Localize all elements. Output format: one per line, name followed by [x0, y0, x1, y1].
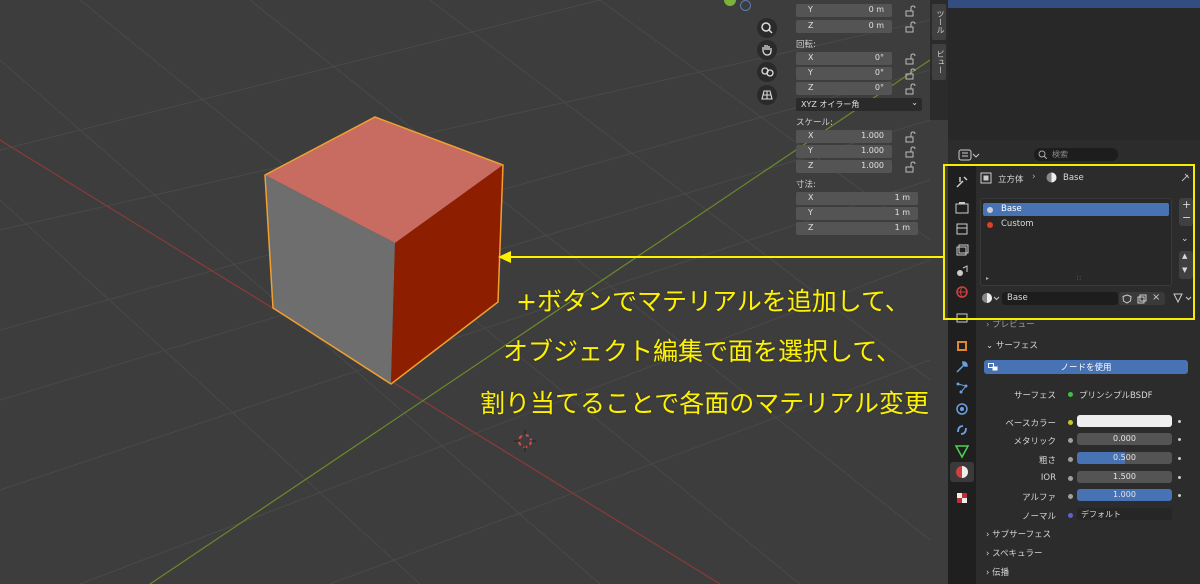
specular-section[interactable]: › スペキュラー	[986, 547, 1043, 559]
sidebar-tabs: ツール ビュー	[930, 0, 948, 120]
alpha-label: アルファ	[1022, 493, 1056, 503]
roughness-slider[interactable]: 0.500	[1077, 452, 1172, 464]
rotation-z-field[interactable]: Z 0°	[796, 82, 892, 95]
lock-open-icon[interactable]	[904, 21, 916, 33]
value-socket-icon	[1068, 476, 1073, 481]
search-input[interactable]: 検索	[1034, 148, 1118, 161]
scale-title: スケール:	[796, 118, 833, 128]
normal-label: ノーマル	[1021, 512, 1056, 522]
surface-shader-value[interactable]: プリンシプルBSDF	[1079, 389, 1153, 401]
location-y-field[interactable]: Y0 m	[796, 4, 892, 17]
shader-socket-icon	[1068, 392, 1073, 397]
object-icon[interactable]	[954, 338, 970, 354]
chevron-down-icon: ⌄	[986, 341, 996, 351]
use-nodes-button[interactable]: ノードを使用	[984, 360, 1188, 374]
annotation-line-1: +ボタンでマテリアルを追加して、	[516, 287, 910, 316]
mesh-data-icon[interactable]	[954, 443, 970, 459]
dimensions-title: 寸法:	[796, 180, 816, 190]
camera-view-icon[interactable]	[757, 62, 777, 82]
subsurface-section[interactable]: › サブサーフェス	[986, 528, 1051, 540]
material-icon[interactable]	[954, 464, 970, 480]
alpha-slider[interactable]: 1.000	[1077, 489, 1172, 501]
particles-icon[interactable]	[954, 380, 970, 396]
highlight-box	[943, 164, 1195, 320]
scale-z-field[interactable]: Z 1.000	[796, 160, 892, 173]
dimension-y-field[interactable]: Y1 m	[796, 207, 918, 220]
lock-open-icon[interactable]	[904, 161, 916, 173]
rotation-mode-dropdown[interactable]: XYZ オイラー角 ⌄	[796, 98, 922, 111]
texture-icon[interactable]	[954, 490, 970, 506]
location-z-field[interactable]: Z0 m	[796, 20, 892, 33]
roughness-label: 粗さ	[1038, 456, 1056, 466]
cube-object[interactable]	[258, 110, 508, 390]
surface-label: サーフェス	[1014, 391, 1056, 401]
ior-field[interactable]: 1.500	[1077, 471, 1172, 483]
gizmo-z-neg-icon[interactable]	[740, 0, 751, 11]
lock-open-icon[interactable]	[904, 53, 916, 65]
keyframe-dot-icon[interactable]	[1178, 420, 1181, 423]
rotation-x-field[interactable]: X 0°	[796, 52, 892, 65]
surface-section-header[interactable]: ⌄ サーフェス	[986, 339, 1038, 351]
tab-tool[interactable]: ツール	[932, 4, 946, 40]
lock-open-icon[interactable]	[904, 146, 916, 158]
physics-icon[interactable]	[954, 401, 970, 417]
annotation-line-3: 割り当てることで各面のマテリアル変更	[480, 389, 930, 418]
rotation-title: 回転:	[796, 40, 816, 50]
perspective-grid-icon[interactable]	[757, 85, 777, 105]
value-socket-icon	[1068, 494, 1073, 499]
keyframe-dot-icon[interactable]	[1178, 457, 1181, 460]
ior-label: IOR	[1040, 473, 1056, 483]
transmission-section[interactable]: › 伝播	[986, 566, 1009, 578]
dimension-x-field[interactable]: X1 m	[796, 192, 918, 205]
vector-socket-icon	[1068, 513, 1073, 518]
metallic-label: メタリック	[1013, 437, 1056, 447]
scale-y-field[interactable]: Y 1.000	[796, 145, 892, 158]
lock-open-icon[interactable]	[904, 131, 916, 143]
keyframe-dot-icon[interactable]	[1178, 494, 1181, 497]
lock-open-icon[interactable]	[904, 83, 916, 95]
outliner-selected-row[interactable]	[948, 0, 1200, 8]
lock-open-icon[interactable]	[904, 5, 916, 17]
lock-open-icon[interactable]	[904, 68, 916, 80]
3d-cursor-icon[interactable]	[514, 430, 536, 452]
scale-x-field[interactable]: X 1.000	[796, 130, 892, 143]
keyframe-dot-icon[interactable]	[1178, 438, 1181, 441]
rotation-y-field[interactable]: Y 0°	[796, 67, 892, 80]
chevron-down-icon: ⌄	[911, 98, 918, 107]
annotation-arrow	[498, 251, 944, 263]
tab-view[interactable]: ビュー	[932, 44, 946, 80]
dimension-z-field[interactable]: Z1 m	[796, 222, 918, 235]
keyframe-dot-icon[interactable]	[1178, 476, 1181, 479]
base-color-label: ベースカラー	[1005, 419, 1056, 429]
outliner-panel[interactable]	[948, 0, 1200, 140]
annotation-line-2: オブジェクト編集で面を選択して、	[503, 337, 902, 366]
editor-type-icon[interactable]	[958, 148, 980, 162]
zoom-icon[interactable]	[757, 18, 777, 38]
modifier-wrench-icon[interactable]	[954, 359, 970, 375]
constraints-icon[interactable]	[954, 422, 970, 438]
base-color-swatch[interactable]	[1077, 415, 1172, 427]
search-icon	[1038, 150, 1047, 159]
normal-field[interactable]: デフォルト	[1077, 508, 1172, 520]
pan-hand-icon[interactable]	[757, 40, 777, 60]
color-socket-icon	[1068, 420, 1073, 425]
metallic-slider[interactable]: 0.000	[1077, 433, 1172, 445]
value-socket-icon	[1068, 457, 1073, 462]
value-socket-icon	[1068, 438, 1073, 443]
